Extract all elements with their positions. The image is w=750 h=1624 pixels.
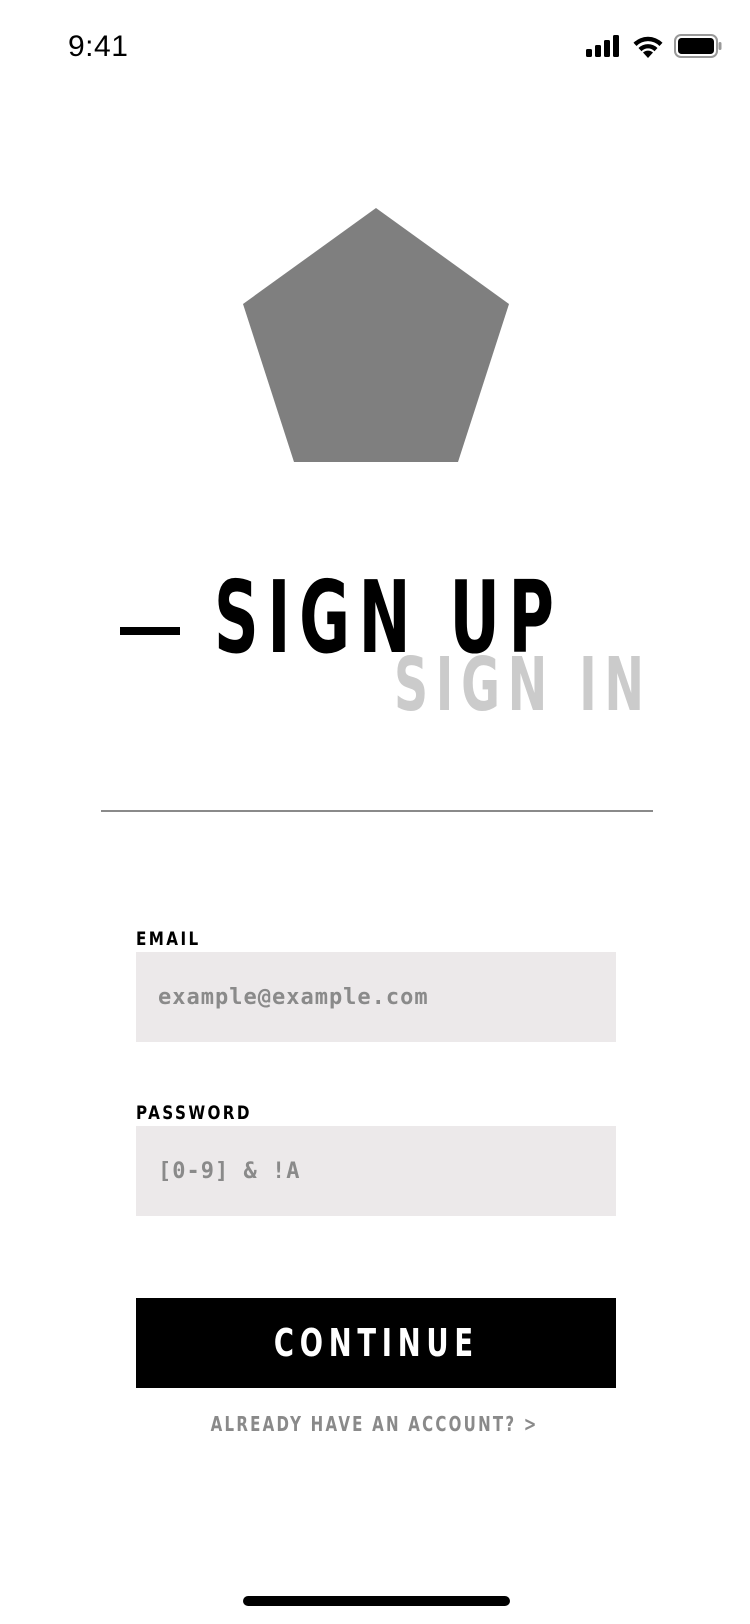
divider — [101, 810, 653, 812]
continue-button[interactable]: CONTINUE — [136, 1298, 616, 1388]
battery-icon — [674, 34, 722, 58]
home-indicator[interactable] — [243, 1596, 510, 1606]
tab-sign-up[interactable]: SIGN UP — [214, 568, 563, 668]
already-have-account-label: ALREADY HAVE AN ACCOUNT? > — [211, 1412, 539, 1436]
active-tab-indicator — [120, 627, 180, 635]
status-time: 9:41 — [68, 30, 129, 63]
status-icons — [586, 34, 722, 58]
password-field[interactable] — [136, 1126, 616, 1216]
wifi-icon — [633, 36, 663, 58]
password-label: PASSWORD — [136, 1102, 252, 1124]
status-bar: 9:41 — [0, 0, 750, 96]
already-have-account-link[interactable]: ALREADY HAVE AN ACCOUNT? > — [0, 1412, 750, 1436]
pentagon-logo — [243, 208, 509, 462]
cellular-signal-icon — [586, 35, 619, 57]
continue-button-label: CONTINUE — [273, 1321, 479, 1365]
email-label: EMAIL — [136, 928, 201, 950]
email-field[interactable] — [136, 952, 616, 1042]
